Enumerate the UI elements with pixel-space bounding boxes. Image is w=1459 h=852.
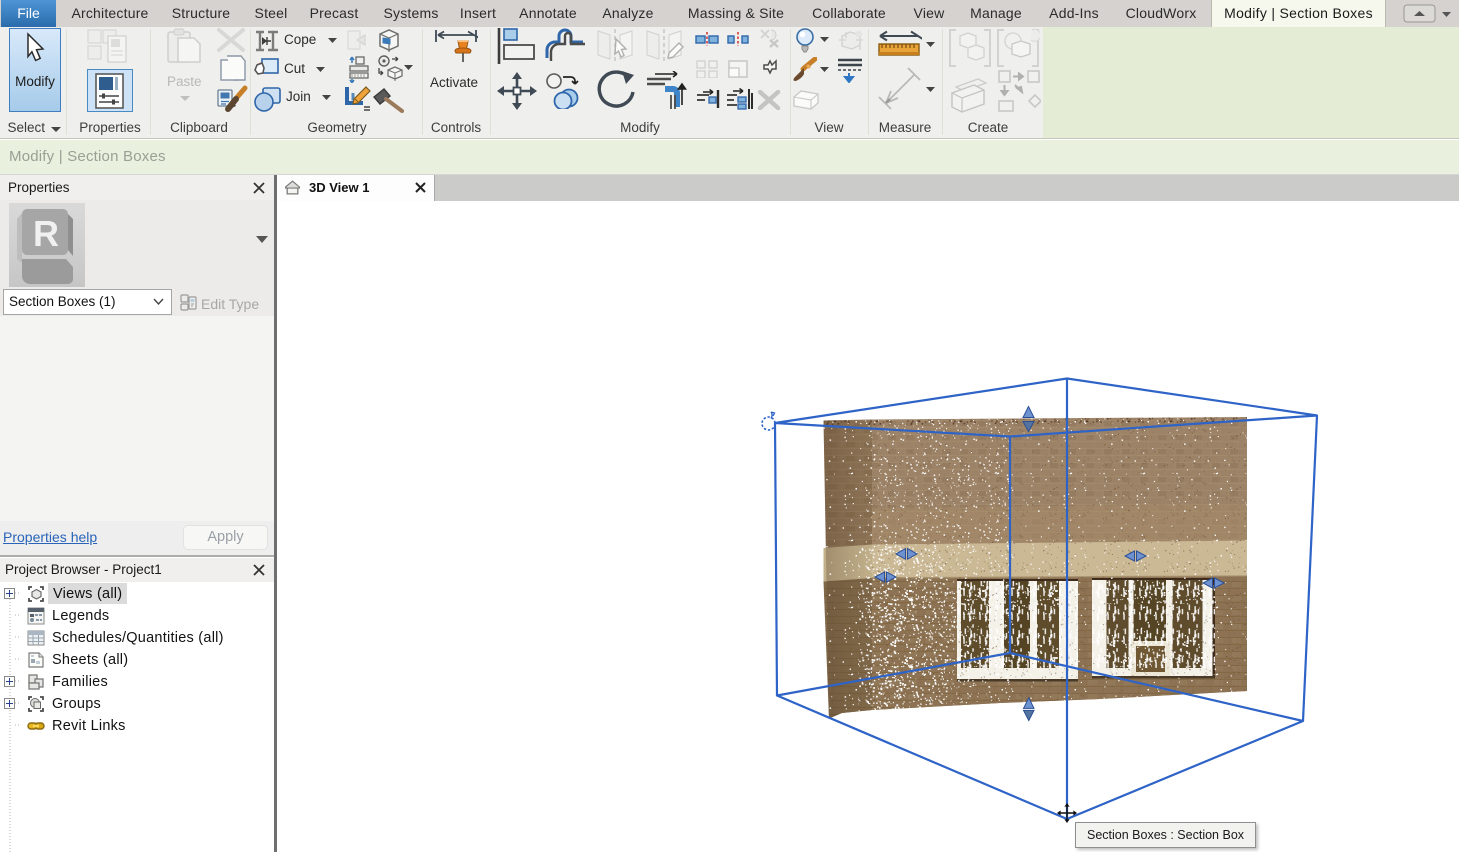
svg-text:R: R [33, 213, 59, 254]
